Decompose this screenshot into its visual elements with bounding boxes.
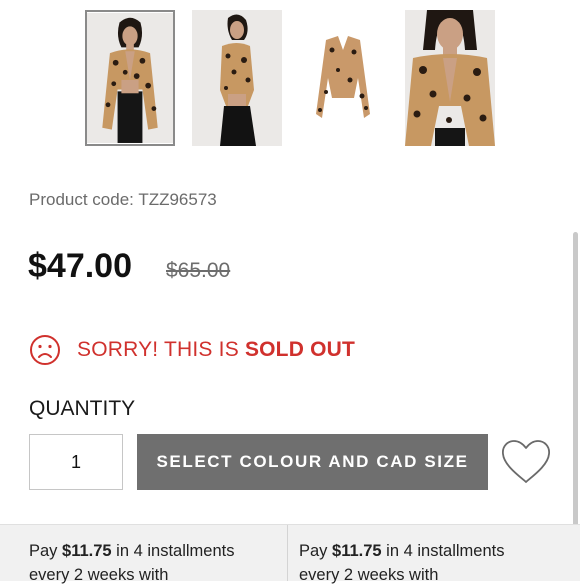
image-gallery [0,0,580,152]
installment-line-2: every 2 weeks with [299,566,439,584]
installments-bar: Pay $11.75 in 4 installments every 2 wee… [0,524,580,584]
installment-amount: $11.75 [62,542,112,560]
original-price: $65.00 [166,259,231,282]
installment-line-1: Pay $11.75 in 4 installments [29,539,234,563]
installment-post: in 4 installments [381,542,505,560]
sold-out-emphasis: SOLD OUT [244,338,356,361]
thumbnail-flat-image [298,10,388,146]
select-colour-size-button[interactable]: SELECT COLOUR AND CAD SIZE [137,434,488,490]
thumbnail-flat-lay[interactable] [298,10,388,146]
sold-out-message-prefix: SORRY! THIS IS [77,338,245,361]
thumbnail-side-image [192,10,282,146]
sold-out-notice: SORRY! THIS IS SOLD OUT [29,333,355,367]
installment-pre: Pay [299,542,333,560]
heart-icon [502,440,550,483]
product-code: Product code: TZZ96573 [29,190,217,209]
sold-out-message: SORRY! THIS IS SOLD OUT [77,338,355,362]
installment-divider [287,525,288,581]
installment-post: in 4 installments [111,542,235,560]
thumbnail-close-up[interactable] [405,10,495,146]
sad-face-icon [30,335,60,365]
thumbnail-closeup-image [405,10,495,146]
installment-line-1: Pay $11.75 in 4 installments [299,539,504,563]
quantity-label: QUANTITY [29,397,136,420]
installment-line-2: every 2 weeks with [29,566,169,584]
quantity-input[interactable] [29,434,123,490]
current-price: $47.00 [28,247,132,285]
installment-amount: $11.75 [332,542,382,560]
thumbnail-front-view[interactable] [85,10,175,146]
installment-pre: Pay [29,542,63,560]
scrollbar[interactable] [573,232,578,532]
thumbnail-front-image [87,13,173,143]
thumbnail-side-view[interactable] [192,10,282,146]
wishlist-button[interactable] [500,438,552,486]
